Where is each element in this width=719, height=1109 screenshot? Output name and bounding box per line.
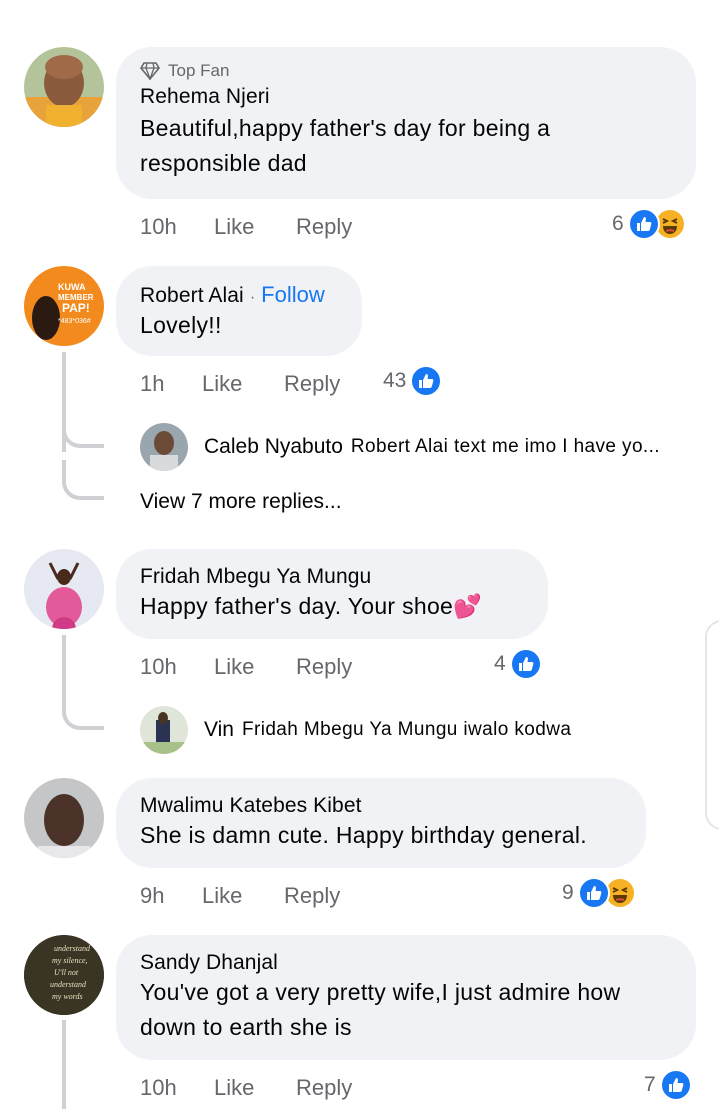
- avatar-mwalimu-katebes[interactable]: [24, 778, 104, 858]
- reaction-count: 4: [494, 652, 506, 675]
- comment-actions: 10h Like Reply: [140, 654, 436, 680]
- like-button[interactable]: Like: [214, 1075, 296, 1101]
- svg-text:U'll not: U'll not: [54, 968, 79, 977]
- like-icon: [509, 648, 542, 680]
- separator-dot: ·: [249, 289, 256, 306]
- thread-connector: [62, 460, 104, 500]
- comment-actions: 1h Like Reply: [140, 371, 382, 397]
- svg-text:PAP!: PAP!: [62, 301, 90, 315]
- reply-button[interactable]: Reply: [296, 1075, 352, 1101]
- comment-time[interactable]: 10h: [140, 1075, 202, 1101]
- like-icon: [577, 877, 610, 909]
- reply-preview[interactable]: Caleb Nyabuto Robert Alai text me imo I …: [204, 435, 660, 459]
- comment-text: She is damn cute. Happy birthday general…: [140, 822, 587, 848]
- reaction-count: 6: [612, 212, 624, 235]
- comment-bubble: Fridah Mbegu Ya Mungu Happy father's day…: [116, 549, 548, 639]
- comment-time[interactable]: 10h: [140, 214, 202, 240]
- thread-connector: [62, 420, 104, 448]
- reaction-summary[interactable]: 7: [644, 1069, 692, 1101]
- avatar-fridah-mbegu[interactable]: [24, 549, 104, 629]
- reaction-summary[interactable]: 4: [494, 648, 542, 680]
- comment-bubble: Robert Alai · Follow Lovely!!: [116, 266, 362, 356]
- comment-text: Lovely!!: [140, 312, 222, 338]
- comment-time[interactable]: 1h: [140, 371, 190, 397]
- diamond-icon: [140, 62, 160, 80]
- avatar-rehema-njeri[interactable]: [24, 47, 104, 127]
- reply-button[interactable]: Reply: [296, 654, 436, 680]
- thread-line: [62, 635, 66, 695]
- comment-actions: 10h Like Reply: [140, 1075, 352, 1101]
- comment-text: Beautiful,happy father's day for being a…: [140, 115, 551, 176]
- comment-actions: 9h Like Reply: [140, 883, 340, 909]
- reaction-count: 7: [644, 1073, 656, 1096]
- comment-text: Happy father's day. Your shoe💕: [140, 593, 483, 619]
- reply-button[interactable]: Reply: [284, 371, 382, 397]
- reply-preview[interactable]: Vin Fridah Mbegu Ya Mungu iwalo kodwa: [204, 718, 571, 742]
- top-fan-badge: Top Fan: [140, 61, 672, 81]
- like-icon: [410, 365, 443, 397]
- avatar-robert-alai[interactable]: KUWA MEMBER PAP! *483*036#: [24, 266, 104, 346]
- badge-label: Top Fan: [168, 61, 230, 80]
- svg-text:understand: understand: [54, 944, 91, 953]
- avatar-sandy-dhanjal[interactable]: understand my silence, U'll not understand m…: [24, 935, 104, 1015]
- view-more-replies[interactable]: View 7 more replies...: [140, 490, 342, 514]
- like-button[interactable]: Like: [202, 883, 284, 909]
- reply-text: Robert Alai text me imo I have yo...: [350, 436, 660, 457]
- comment-bubble: Top Fan Rehema Njeri Beautiful,happy fat…: [116, 47, 696, 199]
- avatar-caleb-nyabuto[interactable]: [140, 423, 188, 471]
- svg-text:my words: my words: [52, 992, 83, 1001]
- comment-time[interactable]: 9h: [140, 883, 190, 909]
- svg-text:my silence,: my silence,: [52, 956, 88, 965]
- like-icon: [627, 208, 660, 240]
- reaction-summary[interactable]: 43: [383, 365, 443, 397]
- reply-button[interactable]: Reply: [284, 883, 340, 909]
- follow-button[interactable]: Follow: [261, 282, 325, 308]
- like-button[interactable]: Like: [214, 214, 296, 240]
- thread-connector: [62, 690, 104, 730]
- svg-text:understand: understand: [50, 980, 87, 989]
- comment-actions: 10h Like Reply: [140, 214, 352, 240]
- reply-text: Fridah Mbegu Ya Mungu iwalo kodwa: [241, 719, 572, 740]
- comment-bubble: Sandy Dhanjal You've got a very pretty w…: [116, 935, 696, 1060]
- reply-author[interactable]: Vin: [204, 718, 234, 742]
- reaction-count: 43: [383, 369, 407, 392]
- reply-button[interactable]: Reply: [296, 214, 352, 240]
- reaction-summary[interactable]: 9: [562, 877, 636, 909]
- comment-author[interactable]: Fridah Mbegu Ya Mungu: [140, 565, 524, 589]
- reaction-count: 9: [562, 881, 574, 904]
- svg-text:*483*036#: *483*036#: [58, 318, 91, 325]
- comment-time[interactable]: 10h: [140, 654, 202, 680]
- reply-author[interactable]: Caleb Nyabuto: [204, 435, 343, 459]
- avatar-vin[interactable]: [140, 706, 188, 754]
- like-icon: [659, 1069, 692, 1101]
- thread-line: [62, 1020, 66, 1109]
- comment-author[interactable]: Robert Alai: [140, 284, 244, 308]
- comment-author[interactable]: Mwalimu Katebes Kibet: [140, 794, 622, 818]
- reaction-summary[interactable]: 6: [612, 208, 686, 240]
- side-panel-handle[interactable]: [705, 620, 719, 830]
- comment-author[interactable]: Sandy Dhanjal: [140, 951, 672, 975]
- comment-text: You've got a very pretty wife,I just adm…: [140, 979, 621, 1040]
- like-button[interactable]: Like: [214, 654, 296, 680]
- avatar-promo-text: KUWA: [58, 282, 86, 292]
- like-button[interactable]: Like: [202, 371, 284, 397]
- comment-author[interactable]: Rehema Njeri: [140, 85, 672, 109]
- comment-bubble: Mwalimu Katebes Kibet She is damn cute. …: [116, 778, 646, 868]
